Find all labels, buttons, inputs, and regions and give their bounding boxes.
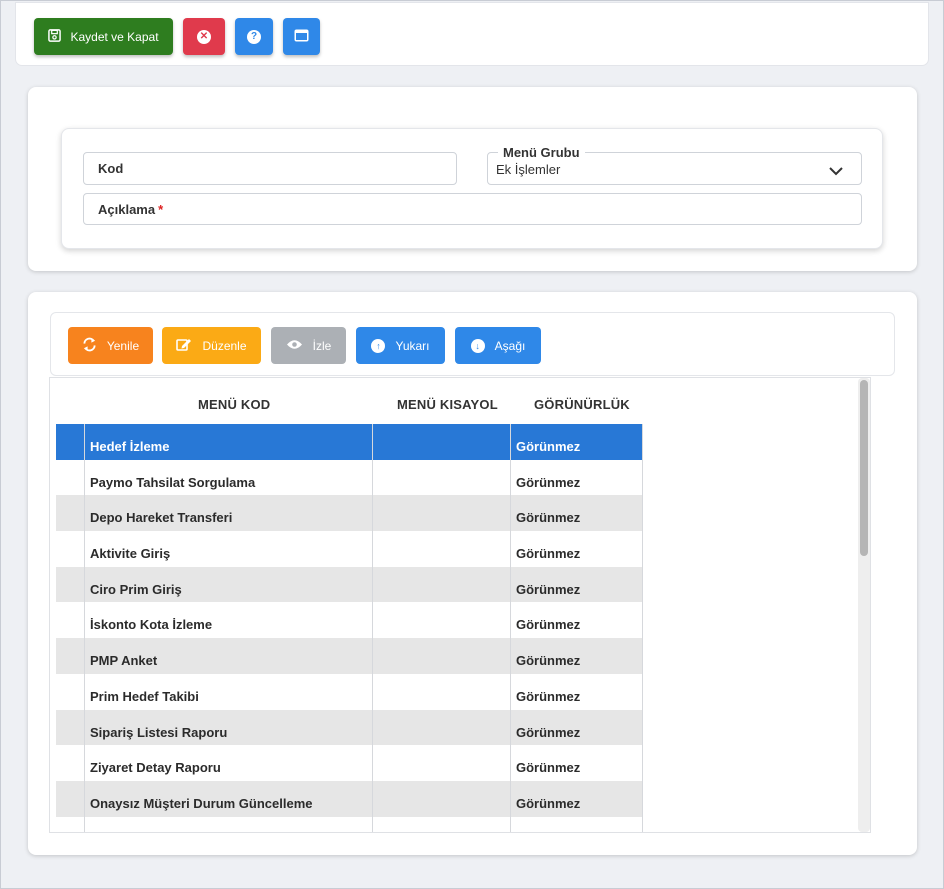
arrow-down-icon: ↓ — [470, 338, 485, 353]
cell-menu-kod: Ciro Prim Giriş — [90, 581, 182, 597]
cell-menu-kod: Hedef İzleme — [90, 439, 170, 454]
table-row[interactable]: Depo Hareket Transferi Görünmez — [56, 495, 643, 532]
cell-menu-kod: Ziyaret Detay Raporu — [90, 760, 221, 776]
column-header-menu-kod[interactable]: MENÜ KOD — [198, 397, 270, 412]
column-divider — [510, 424, 511, 832]
table-row[interactable]: Paymo Tahsilat Sorgulama Görünmez — [56, 460, 643, 496]
form-panel: Kod Menü Grubu Ek İşlemler Açıklama * — [61, 128, 883, 249]
column-header-gorunurluk[interactable]: GÖRÜNÜRLÜK — [534, 397, 630, 412]
column-divider — [84, 424, 85, 832]
cell-gorunurluk: Görünmez — [516, 688, 581, 704]
cell-gorunurluk: Görünmez — [516, 510, 581, 526]
cell-gorunurluk: Görünmez — [516, 724, 581, 740]
view-button[interactable]: İzle — [271, 327, 346, 364]
column-divider — [372, 424, 373, 832]
save-close-label: Kaydet ve Kapat — [70, 29, 159, 44]
menu-grid: MENÜ KOD MENÜ KISAYOL GÖRÜNÜRLÜK Hedef İ… — [49, 377, 871, 833]
aciklama-field[interactable]: Açıklama * — [83, 193, 862, 225]
cell-menu-kod: Sipariş Listesi Raporu — [90, 724, 228, 740]
move-up-button[interactable]: ↑ Yukarı — [356, 327, 445, 364]
cell-gorunurluk: Görünmez — [516, 581, 581, 597]
kod-label: Kod — [98, 161, 124, 176]
down-label: Aşağı — [494, 338, 526, 353]
window-button[interactable] — [283, 18, 320, 55]
aciklama-label: Açıklama * — [98, 202, 164, 217]
refresh-label: Yenile — [106, 338, 140, 353]
close-button[interactable]: ✕ — [183, 18, 225, 55]
cell-gorunurluk: Görünmez — [516, 617, 581, 633]
table-row[interactable]: Ziyaret Detay Raporu Görünmez — [56, 745, 643, 781]
cell-gorunurluk: Görünmez — [516, 795, 581, 811]
cell-menu-kod: PMP Anket — [90, 653, 158, 669]
table-row[interactable]: Onaysız Müşteri Durum Güncelleme Görünmez — [56, 780, 643, 817]
chevron-down-icon[interactable] — [829, 163, 843, 181]
cell-menu-kod: Depo Hareket Transferi — [90, 510, 233, 526]
cell-menu-kod: İskonto Kota İzleme — [90, 617, 213, 633]
cell-menu-kod: Onaysız Müşteri Durum Güncelleme — [90, 795, 313, 811]
cell-gorunurluk: Görünmez — [516, 546, 581, 562]
table-row[interactable]: Aktivite Giriş Görünmez — [56, 531, 643, 567]
save-icon — [48, 28, 62, 45]
menu-grubu-label: Menü Grubu — [498, 145, 585, 160]
cell-gorunurluk: Görünmez — [516, 653, 581, 669]
cell-gorunurluk: Görünmez — [516, 760, 581, 776]
cell-gorunurluk: Görünmez — [516, 474, 581, 490]
scrollbar-thumb[interactable] — [860, 380, 868, 556]
move-down-button[interactable]: ↓ Aşağı — [455, 327, 541, 364]
help-button[interactable]: ? — [235, 18, 273, 55]
refresh-button[interactable]: Yenile — [68, 327, 153, 364]
save-close-button[interactable]: Kaydet ve Kapat — [34, 18, 173, 55]
menu-grubu-select[interactable]: Menü Grubu Ek İşlemler — [487, 145, 862, 185]
close-icon: ✕ — [197, 29, 211, 44]
menu-grubu-value: Ek İşlemler — [496, 162, 561, 177]
arrow-up-icon: ↑ — [371, 338, 386, 353]
eye-icon — [286, 339, 303, 353]
column-divider — [642, 424, 643, 832]
edit-button[interactable]: Düzenle — [162, 327, 261, 364]
cell-menu-kod: Prim Hedef Takibi — [90, 688, 199, 704]
kod-field[interactable]: Kod — [83, 152, 457, 185]
cell-gorunurluk: Görünmez — [516, 439, 581, 454]
refresh-icon — [82, 337, 97, 355]
up-label: Yukarı — [395, 338, 430, 353]
required-mark: * — [158, 202, 164, 217]
table-row[interactable]: Ciro Prim Giriş Görünmez — [56, 566, 643, 603]
toolbar: Kaydet ve Kapat ✕ ? — [16, 3, 928, 65]
table-row[interactable]: Hedef İzleme Görünmez — [56, 424, 643, 460]
cell-menu-kod: Aktivite Giriş — [90, 546, 171, 562]
column-header-menu-kisayol[interactable]: MENÜ KISAYOL — [397, 397, 498, 412]
table-row[interactable]: PMP Anket Görünmez — [56, 638, 643, 674]
table-row[interactable]: Prim Hedef Takibi Görünmez — [56, 674, 643, 710]
window-icon — [294, 29, 309, 45]
view-label: İzle — [312, 338, 332, 353]
table-row[interactable]: Sipariş Listesi Raporu Görünmez — [56, 709, 643, 746]
table-row[interactable]: İskonto Kota İzleme Görünmez — [56, 602, 643, 638]
edit-label: Düzenle — [202, 338, 247, 353]
action-bar: Yenile Düzenle İzle ↑ Yukarı ↓ Aşağı — [50, 312, 895, 376]
edit-icon — [176, 337, 192, 355]
grid-body: Hedef İzleme Görünmez Paymo Tahsilat Sorgu… — [56, 424, 643, 817]
cell-menu-kod: Paymo Tahsilat Sorgulama — [90, 474, 256, 490]
question-icon: ? — [247, 29, 261, 44]
